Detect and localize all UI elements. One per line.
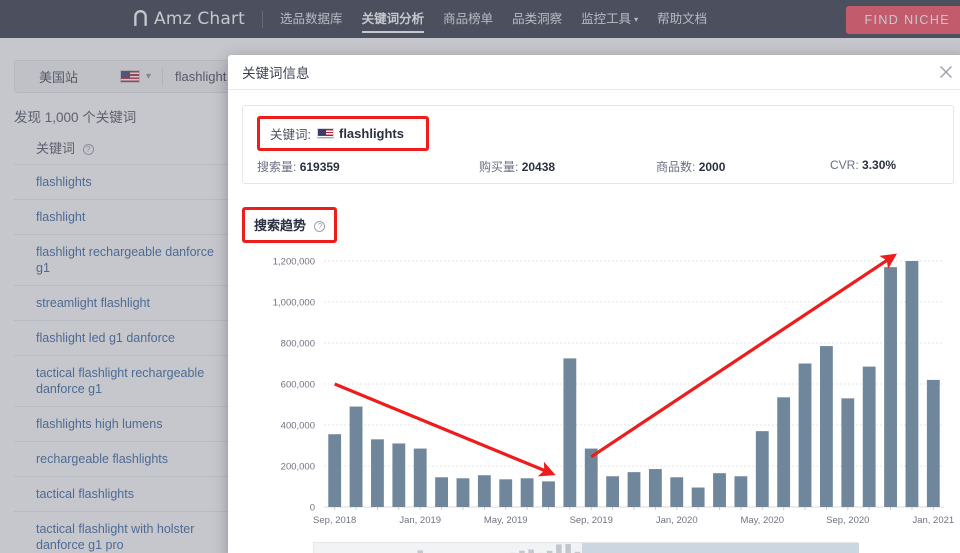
x-axis-tick-label: Sep, 2019: [570, 515, 613, 526]
chart-bar[interactable]: [670, 477, 683, 507]
chart-bar[interactable]: [820, 346, 833, 507]
question-mark-icon[interactable]: ?: [314, 221, 325, 232]
chart-bar[interactable]: [713, 473, 726, 507]
chart-bar[interactable]: [841, 398, 854, 507]
x-axis-tick-label: Sep, 2020: [826, 515, 869, 526]
y-axis-tick-label: 200,000: [281, 462, 315, 473]
navigator-preview-svg: [314, 543, 582, 553]
chart-bar[interactable]: [628, 472, 641, 507]
chart-bar[interactable]: [692, 488, 705, 507]
chart-bar[interactable]: [585, 449, 598, 507]
chart-bar[interactable]: [799, 364, 812, 508]
keyword-value: flashlights: [339, 126, 404, 141]
chart-bar[interactable]: [563, 358, 576, 507]
trend-title: 搜索趋势: [254, 218, 306, 233]
x-axis-tick-label: May, 2019: [484, 515, 528, 526]
us-flag-icon: [317, 128, 334, 139]
y-axis-tick-label: 400,000: [281, 421, 315, 432]
stats-row: 搜索量: 619359 购买量: 20438 商品数: 2000 CVR: 3.…: [257, 158, 939, 175]
search-trend-chart-svg: 0 200,000 400,000 600,000 800,000 1,000,000 1,…: [242, 251, 954, 541]
chart-bar[interactable]: [927, 380, 940, 507]
keyword-label: 关键词:: [270, 124, 311, 143]
chart-bar[interactable]: [478, 475, 491, 507]
x-axis-tick-label: Jan, 2019: [399, 515, 441, 526]
x-axis-tick-label: Jan, 2021: [912, 515, 954, 526]
y-axis-tick-label: 800,000: [281, 339, 315, 350]
chart-bar[interactable]: [457, 478, 470, 507]
y-axis-tick-label: 1,200,000: [273, 257, 315, 268]
keyword-info-card: 关键词: flashlights 搜索量: 619359 购买量: 20438 …: [242, 105, 954, 184]
chart-bar[interactable]: [350, 407, 363, 507]
y-axis-tick-label: 1,000,000: [273, 298, 315, 309]
stat-cvr-value: 3.30%: [862, 158, 896, 172]
stat-purchase-volume-value: 20438: [522, 160, 555, 174]
close-icon[interactable]: [938, 64, 954, 80]
chart-bar[interactable]: [414, 449, 427, 507]
chart-bar[interactable]: [392, 443, 405, 507]
y-axis-tick-label: 0: [310, 503, 315, 514]
chart-bar[interactable]: [863, 367, 876, 507]
x-axis-tick-label: May, 2020: [740, 515, 784, 526]
chart-bar[interactable]: [328, 434, 341, 507]
modal-title: 关键词信息: [242, 62, 310, 82]
chart-bar[interactable]: [906, 261, 919, 507]
trend-title-highlight-box: 搜索趋势 ?: [242, 207, 337, 243]
stat-product-count-label: 商品数:: [656, 160, 695, 174]
stat-cvr-label: CVR:: [830, 158, 859, 172]
navigator-preview: [314, 543, 582, 553]
stat-cvr: CVR: 3.30%: [830, 158, 896, 175]
chart-bar[interactable]: [756, 431, 769, 507]
keyword-highlight-box: 关键词: flashlights: [257, 116, 429, 151]
stat-search-volume: 搜索量: 619359: [257, 158, 479, 175]
chart-bar[interactable]: [606, 476, 619, 507]
downtrend-arrow: [335, 384, 549, 472]
chart-bar[interactable]: [542, 481, 555, 507]
chart-bar[interactable]: [734, 476, 747, 507]
search-trend-chart: 0 200,000 400,000 600,000 800,000 1,000,000 1,…: [242, 251, 954, 541]
chart-bar[interactable]: [884, 267, 897, 507]
chart-bar[interactable]: [435, 477, 448, 507]
stat-product-count-value: 2000: [699, 160, 726, 174]
chart-bar[interactable]: [649, 469, 662, 507]
x-axis-tick-label: Jan, 2020: [656, 515, 698, 526]
chart-bar[interactable]: [499, 479, 512, 507]
keyword-info-modal: 关键词信息 关键词: flashlights 搜索量: 619359 购买量: …: [228, 55, 960, 553]
modal-header: 关键词信息: [228, 55, 960, 90]
stat-search-volume-label: 搜索量:: [257, 160, 296, 174]
stat-product-count: 商品数: 2000: [656, 158, 830, 175]
stat-search-volume-value: 619359: [300, 160, 340, 174]
navigator-selection[interactable]: [582, 543, 859, 553]
stat-purchase-volume-label: 购买量:: [479, 160, 518, 174]
y-axis-tick-label: 600,000: [281, 380, 315, 391]
x-axis-tick-label: Sep, 2018: [313, 515, 356, 526]
chart-bar[interactable]: [371, 439, 384, 507]
stat-purchase-volume: 购买量: 20438: [479, 158, 656, 175]
chart-range-navigator[interactable]: [313, 542, 858, 553]
app-root: Amz Chart 选品数据库 关键词分析 商品榜单 品类洞察 监控工具▾ 帮助…: [0, 0, 960, 553]
chart-bar[interactable]: [521, 478, 534, 507]
chart-bar[interactable]: [777, 397, 790, 507]
